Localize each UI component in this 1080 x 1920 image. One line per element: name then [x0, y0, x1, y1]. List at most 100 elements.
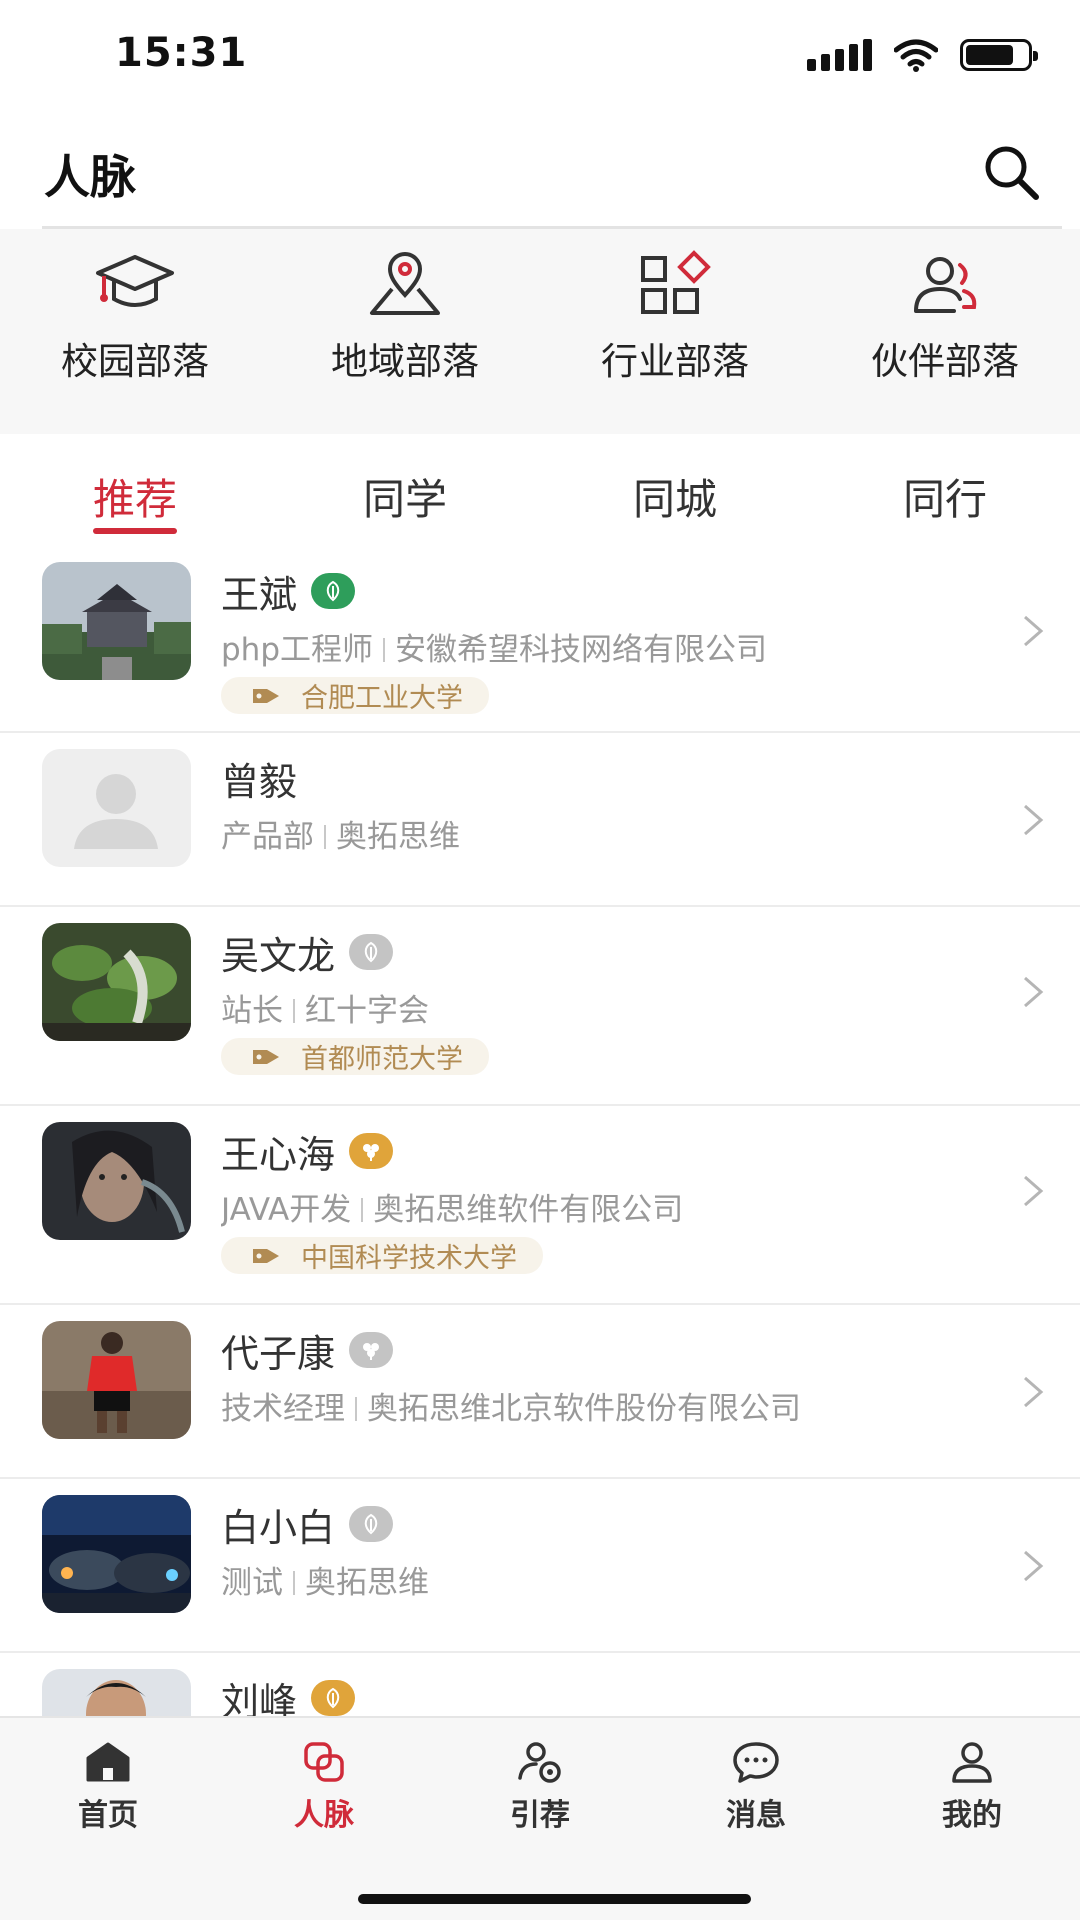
partners-icon: [914, 257, 977, 313]
cellular-signal-icon: [807, 39, 872, 71]
chevron-right-icon: [1024, 615, 1044, 647]
tag-icon: [253, 1248, 279, 1263]
contact-name: 王斌: [221, 572, 298, 617]
map-pin-icon: [370, 252, 440, 315]
referral-icon: [518, 1742, 561, 1783]
contact-company: 奥拓思维: [305, 1565, 429, 1601]
contact-name: 吴文龙: [221, 933, 336, 978]
wifi-icon: [894, 39, 938, 72]
nav-home[interactable]: 首页: [0, 1718, 216, 1838]
tribe-partner-label: 伙伴部落: [871, 340, 1019, 383]
contact-title: 技术经理: [221, 1391, 345, 1427]
active-tab-indicator: [93, 528, 177, 534]
contact-meta: 站长 红十字会: [221, 985, 1040, 1030]
nav-messages-label: 消息: [726, 1798, 786, 1833]
graduation-cap-icon: [96, 255, 174, 307]
contact-list[interactable]: 王斌 php工程师 安徽希望科技网络有限公司 合肥工业大学 曾毅 产品部 奥拓思…: [0, 546, 1080, 1716]
chevron-right-icon: [1024, 1550, 1044, 1582]
clover-badge-icon: [349, 1133, 394, 1169]
status-time: 15:31: [115, 30, 248, 76]
status-bar: 15:31: [0, 0, 1080, 115]
contact-row[interactable]: 王心海 JAVA开发 奥拓思维软件有限公司 中国科学技术大学: [0, 1106, 1080, 1305]
tribe-shortcuts: 校园部落 地域部落 行业部落 伙伴部落: [0, 229, 1080, 434]
profile-icon: [952, 1742, 992, 1783]
contact-company: 安徽希望科技网络有限公司: [395, 632, 768, 668]
filter-tabs: 推荐 同学 同城 同行: [0, 434, 1080, 546]
tribe-partner[interactable]: 伙伴部落: [810, 229, 1080, 434]
leaf-badge-icon: [349, 934, 394, 970]
meta-divider: [293, 1571, 295, 1595]
school-tag: 合肥工业大学: [221, 677, 489, 714]
nav-referral[interactable]: 引荐: [432, 1718, 648, 1838]
home-indicator[interactable]: [358, 1894, 751, 1904]
meta-divider: [293, 999, 295, 1023]
school-tag-label: 首都师范大学: [301, 1044, 463, 1075]
chevron-right-icon: [1024, 804, 1044, 836]
nav-referral-label: 引荐: [510, 1798, 570, 1833]
meta-divider: [383, 638, 386, 662]
nav-messages[interactable]: 消息: [648, 1718, 864, 1838]
school-tag: 首都师范大学: [221, 1038, 489, 1075]
contact-name: 刘峰: [221, 1679, 298, 1717]
tribe-industry-label: 行业部落: [601, 340, 749, 383]
page-header: 人脉: [0, 115, 1080, 228]
tab-classmates-label: 同学: [362, 475, 447, 524]
tab-same-city-label: 同城: [632, 475, 717, 524]
tag-icon: [253, 1049, 279, 1064]
avatar[interactable]: [42, 1669, 191, 1716]
contact-row[interactable]: 王斌 php工程师 安徽希望科技网络有限公司 合肥工业大学: [0, 546, 1080, 733]
page-title: 人脉: [44, 150, 136, 204]
contact-name: 王心海: [221, 1132, 336, 1177]
contact-name: 曾毅: [221, 759, 298, 804]
contact-row[interactable]: 吴文龙 站长 红十字会 首都师范大学: [0, 907, 1080, 1106]
contact-meta: 测试 奥拓思维: [221, 1557, 1040, 1602]
tab-same-industry-label: 同行: [902, 475, 987, 524]
tribe-campus-label: 校园部落: [61, 340, 209, 383]
home-icon: [86, 1742, 130, 1782]
contact-company: 奥拓思维软件有限公司: [373, 1192, 684, 1228]
clover-badge-icon: [349, 1332, 394, 1368]
tag-icon: [253, 688, 279, 703]
avatar[interactable]: [42, 1495, 191, 1613]
meta-divider: [324, 825, 326, 849]
tab-recommend[interactable]: 推荐: [0, 434, 270, 546]
leaf-badge-icon: [349, 1506, 394, 1542]
tribe-industry[interactable]: 行业部落: [540, 229, 810, 434]
tab-same-industry[interactable]: 同行: [810, 434, 1080, 546]
contact-company: 奥拓思维: [336, 819, 460, 855]
bottom-nav: 首页 人脉 引荐 消息 我的: [0, 1716, 1080, 1920]
avatar[interactable]: [42, 1122, 191, 1240]
avatar[interactable]: [42, 562, 191, 680]
nav-connections-label: 人脉: [294, 1798, 354, 1833]
contact-meta: 技术经理 奥拓思维北京软件股份有限公司: [221, 1383, 1040, 1428]
tribe-region[interactable]: 地域部落: [270, 229, 540, 434]
category-grid-icon: [641, 250, 711, 314]
contact-company: 红十字会: [305, 993, 429, 1029]
school-tag-label: 合肥工业大学: [301, 683, 463, 714]
avatar[interactable]: [42, 749, 191, 867]
search-icon[interactable]: [980, 141, 1042, 203]
contact-name: 白小白: [221, 1505, 336, 1550]
contact-row[interactable]: 白小白 测试 奥拓思维: [0, 1479, 1080, 1653]
contact-row[interactable]: 曾毅 产品部 奥拓思维: [0, 733, 1080, 907]
contact-title: php工程师: [221, 632, 374, 668]
contact-company: 奥拓思维北京软件股份有限公司: [367, 1391, 801, 1427]
leaf-badge-icon: [311, 573, 356, 609]
nav-home-label: 首页: [78, 1798, 138, 1833]
contact-title: 站长: [221, 993, 283, 1029]
tab-classmates[interactable]: 同学: [270, 434, 540, 546]
nav-connections[interactable]: 人脉: [216, 1718, 432, 1838]
tribe-campus[interactable]: 校园部落: [0, 229, 270, 434]
contact-meta: JAVA开发 奥拓思维软件有限公司: [221, 1184, 1040, 1229]
contact-title: 测试: [221, 1565, 283, 1601]
contact-title: 产品部: [221, 819, 314, 855]
avatar[interactable]: [42, 1321, 191, 1439]
contact-title: JAVA开发: [221, 1192, 352, 1228]
avatar[interactable]: [42, 923, 191, 1041]
nav-profile[interactable]: 我的: [864, 1718, 1080, 1838]
tab-recommend-label: 推荐: [92, 475, 177, 524]
contact-row[interactable]: 刘峰: [0, 1653, 1080, 1716]
message-icon: [733, 1742, 779, 1783]
contact-row[interactable]: 代子康 技术经理 奥拓思维北京软件股份有限公司: [0, 1305, 1080, 1479]
tab-same-city[interactable]: 同城: [540, 434, 810, 546]
